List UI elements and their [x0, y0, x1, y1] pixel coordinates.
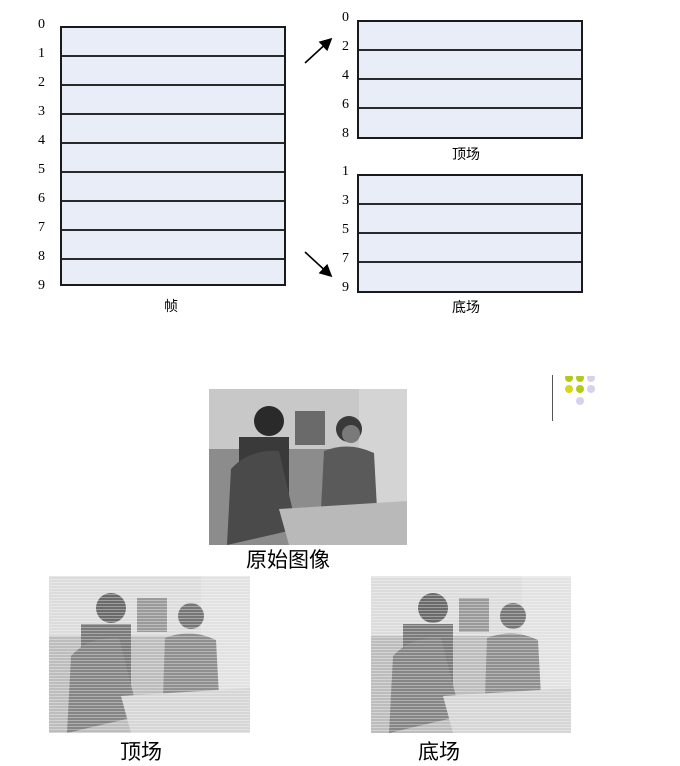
bottom-field-row-line — [359, 232, 581, 234]
frame-row-label: 2 — [38, 75, 45, 90]
top-field-row-line — [359, 78, 581, 80]
top-field-caption: 顶场 — [452, 147, 480, 163]
top-field-row-label: 2 — [342, 39, 349, 54]
decor-dots-icon — [565, 376, 595, 405]
bottom-field-row-label: 3 — [342, 193, 349, 208]
frame-row-line — [62, 55, 284, 57]
frame-row-label: 3 — [38, 104, 45, 119]
bottom-field-box — [357, 174, 583, 293]
frame-row-line — [62, 113, 284, 115]
arrow-down-right-icon — [304, 251, 333, 278]
decor-divider — [552, 375, 553, 421]
frame-row-label: 1 — [38, 46, 45, 61]
frame-row-label: 4 — [38, 133, 45, 148]
original-photo — [209, 389, 407, 545]
frame-caption: 帧 — [164, 299, 178, 315]
scanline-overlay — [49, 576, 250, 733]
frame-box — [60, 26, 286, 286]
arrow-up-right-icon — [304, 37, 333, 64]
frame-row-line — [62, 84, 284, 86]
top-field-row-label: 4 — [342, 68, 349, 83]
frame-row-line — [62, 142, 284, 144]
frame-row-label: 0 — [38, 17, 45, 32]
top-field-box — [357, 20, 583, 139]
scanline-overlay — [371, 576, 571, 733]
bottom-field-row-line — [359, 203, 581, 205]
bottom-field-caption: 底场 — [452, 300, 480, 316]
bottom-field-photo-caption: 底场 — [418, 740, 460, 764]
top-field-row-label: 0 — [342, 10, 349, 25]
bottom-field-photo — [371, 576, 571, 733]
frame-row-line — [62, 200, 284, 202]
bottom-field-row-label: 9 — [342, 280, 349, 295]
frame-row-line — [62, 229, 284, 231]
bottom-field-row-label: 7 — [342, 251, 349, 266]
bottom-field-row-label: 1 — [342, 164, 349, 179]
frame-row-label: 5 — [38, 162, 45, 177]
frame-row-label: 7 — [38, 220, 45, 235]
frame-row-line — [62, 258, 284, 260]
original-photo-caption: 原始图像 — [246, 548, 330, 572]
top-field-row-label: 6 — [342, 97, 349, 112]
frame-row-line — [62, 171, 284, 173]
top-field-photo-caption: 顶场 — [120, 740, 162, 764]
bottom-field-row-label: 5 — [342, 222, 349, 237]
frame-row-label: 8 — [38, 249, 45, 264]
top-field-row-line — [359, 49, 581, 51]
frame-row-label: 6 — [38, 191, 45, 206]
top-field-photo — [49, 576, 250, 733]
bottom-field-row-line — [359, 261, 581, 263]
top-field-row-line — [359, 107, 581, 109]
frame-row-label: 9 — [38, 278, 45, 293]
top-field-row-label: 8 — [342, 126, 349, 141]
